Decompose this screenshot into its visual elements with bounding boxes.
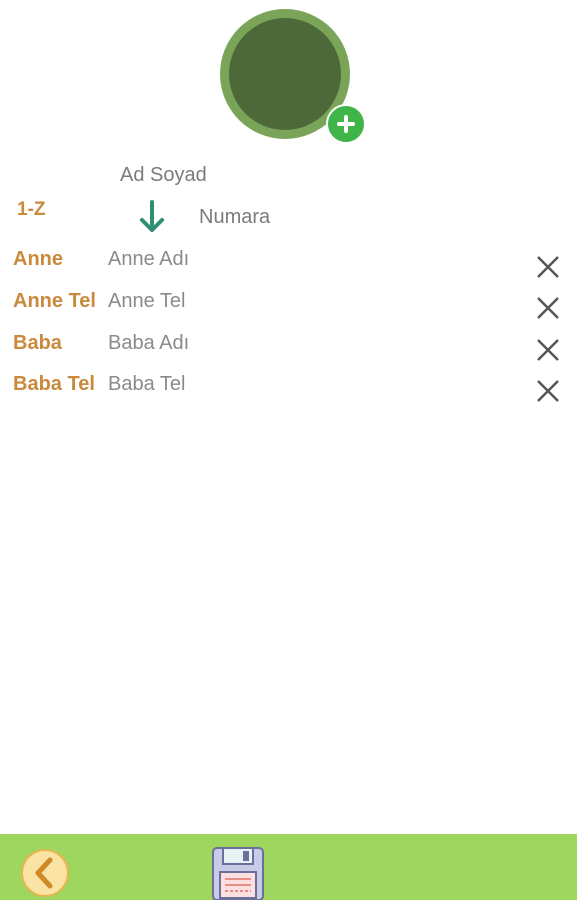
back-icon[interactable]: [20, 848, 70, 898]
anne-name-input[interactable]: Anne Adı: [108, 248, 189, 271]
bottom-toolbar: [0, 834, 577, 900]
clear-baba-icon[interactable]: [535, 337, 561, 363]
group-label: 1-Z: [17, 199, 46, 220]
baba-label: Baba: [13, 332, 62, 354]
clear-anne-tel-icon[interactable]: [535, 295, 561, 321]
avatar-image: [229, 18, 341, 130]
anne-label: Anne: [13, 248, 63, 270]
anne-tel-label: Anne Tel: [13, 290, 96, 312]
baba-tel-label: Baba Tel: [13, 373, 95, 395]
clear-anne-icon[interactable]: [535, 254, 561, 280]
baba-tel-input[interactable]: Baba Tel: [108, 373, 185, 396]
name-input[interactable]: Ad Soyad: [120, 164, 207, 187]
anne-tel-input[interactable]: Anne Tel: [108, 290, 185, 313]
save-icon[interactable]: [211, 846, 265, 900]
arrow-down-icon[interactable]: [138, 199, 166, 235]
clear-baba-tel-icon[interactable]: [535, 378, 561, 404]
baba-name-input[interactable]: Baba Adı: [108, 332, 189, 355]
number-input[interactable]: Numara: [199, 206, 270, 229]
add-photo-icon[interactable]: [326, 104, 366, 144]
